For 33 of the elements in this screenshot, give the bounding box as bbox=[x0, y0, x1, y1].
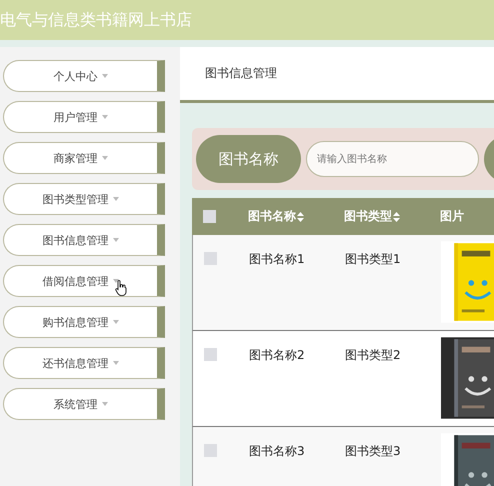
sort-icon[interactable] bbox=[297, 212, 304, 222]
table-cell-text: 图书名称1 bbox=[249, 251, 306, 268]
site-title: 电气与信息类书籍网上书店 bbox=[0, 10, 192, 30]
caret-icon bbox=[102, 115, 108, 119]
caret-icon bbox=[112, 197, 118, 201]
sidebar-item[interactable]: 个人中心 bbox=[3, 60, 165, 92]
caret-icon bbox=[112, 361, 118, 365]
caret-icon bbox=[112, 320, 118, 324]
sidebar-item[interactable]: 借阅信息管理 bbox=[3, 265, 165, 297]
caret-icon bbox=[102, 156, 108, 160]
caret-icon bbox=[112, 238, 118, 242]
sidebar-item[interactable]: 商家管理 bbox=[3, 142, 165, 174]
sidebar-item[interactable]: 系统管理 bbox=[3, 388, 165, 420]
select-all-checkbox[interactable] bbox=[203, 210, 216, 223]
caret-icon bbox=[102, 74, 108, 78]
table-cell-text: 图书类型1 bbox=[345, 251, 402, 268]
search-field[interactable]: 请输入图书名称 bbox=[306, 141, 479, 177]
search-label: 图书名称 bbox=[196, 135, 301, 183]
table-cell-text: 图书名称3 bbox=[249, 443, 306, 460]
sidebar-item[interactable]: 图书信息管理 bbox=[3, 224, 165, 256]
sidebar-item[interactable]: 购书信息管理 bbox=[3, 306, 165, 338]
table-cell-text: 图书类型3 bbox=[345, 443, 402, 460]
caret-icon bbox=[102, 402, 108, 406]
row-checkbox[interactable] bbox=[204, 252, 217, 265]
row-checkbox[interactable] bbox=[204, 444, 217, 457]
sort-icon[interactable] bbox=[393, 212, 400, 222]
sidebar-item[interactable]: 还书信息管理 bbox=[3, 347, 165, 379]
sidebar-item[interactable]: 用户管理 bbox=[3, 101, 165, 133]
breadcrumb: 图书信息管理 bbox=[180, 47, 494, 103]
row-checkbox[interactable] bbox=[204, 348, 217, 361]
table-cell-text: 图书类型2 bbox=[345, 347, 402, 364]
table-cell-text: 图书名称2 bbox=[249, 347, 306, 364]
sidebar-item[interactable]: 图书类型管理 bbox=[3, 183, 165, 215]
